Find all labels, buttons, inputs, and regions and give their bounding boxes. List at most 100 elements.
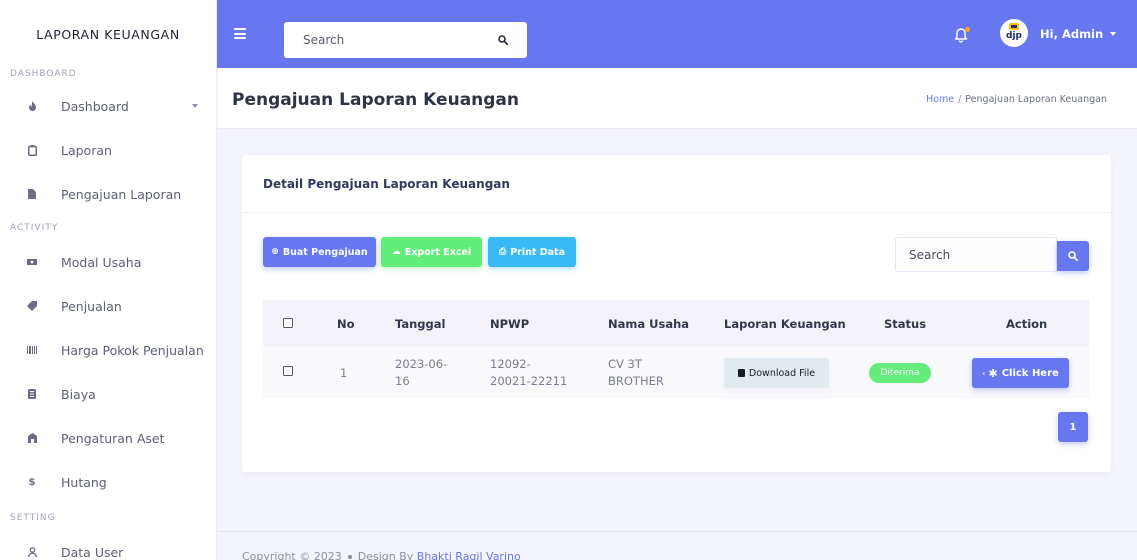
cell-tanggal-line-1: 2023-06- <box>395 357 448 371</box>
footer-text: Copyright © 2023 Design By Bhakti Ragil V… <box>242 550 521 560</box>
sidebar-item-label: Data User <box>61 544 124 560</box>
sidebar-item-label: Laporan <box>61 142 112 158</box>
sidebar-item-pengaturan-aset[interactable]: Pengaturan Aset <box>0 416 216 460</box>
footer-design-by: Design By <box>357 550 414 560</box>
dollar-icon: $ <box>28 476 36 488</box>
sidebar: LAPORAN KEUANGAN DASHBOARD Dashboard Lap… <box>0 0 217 560</box>
user-menu-label: Hi, Admin <box>1040 27 1104 41</box>
action-label: Click Here <box>1001 367 1059 379</box>
column-header-npwp: NPWP <box>490 317 530 331</box>
breadcrumb-home-link[interactable]: Home <box>926 94 954 105</box>
avatar[interactable]: djp <box>1000 19 1028 47</box>
page-title: Pengajuan Laporan Keuangan <box>232 90 520 110</box>
search-icon[interactable] <box>498 34 509 48</box>
cell-tanggal-line-2: 16 <box>395 374 410 388</box>
sidebar-item-dashboard[interactable]: Dashboard <box>0 84 216 128</box>
table-search-box <box>895 237 1057 272</box>
breadcrumb: Home / Pengajuan Laporan Keuangan <box>926 94 1107 105</box>
sidebar-item-modal-usaha[interactable]: Modal Usaha <box>0 240 216 284</box>
create-submission-label: Buat Pengajuan <box>282 246 368 258</box>
sidebar-item-data-user[interactable]: Data User <box>0 530 216 560</box>
action-click-here-button[interactable]: ‹ ✱ Click Here <box>972 358 1069 388</box>
chevron-down-icon <box>192 104 198 108</box>
footer-copyright: Copyright © 2023 <box>242 550 342 560</box>
cell-no: 1 <box>340 366 348 380</box>
sidebar-item-biaya[interactable]: Biaya <box>0 372 216 416</box>
plus-circle-icon: ⊕ <box>271 247 279 257</box>
row-checkbox[interactable] <box>283 366 293 376</box>
topbar: djp Hi, Admin <box>217 0 1137 68</box>
cell-npwp: 12092- 20021-22211 <box>490 356 567 390</box>
table-search-button[interactable] <box>1057 241 1089 271</box>
table-header: No Tanggal NPWP Nama Usaha Laporan Keuan… <box>263 300 1089 347</box>
top-search-input[interactable] <box>303 33 483 47</box>
print-icon: ⎙ <box>499 247 507 257</box>
footer: Copyright © 2023 Design By Bhakti Ragil V… <box>218 531 1137 560</box>
card-title: Detail Pengajuan Laporan Keuangan <box>242 155 1111 213</box>
select-all-checkbox[interactable] <box>283 318 293 328</box>
pagination-page-1[interactable]: 1 <box>1058 412 1088 442</box>
section-label-activity: ACTIVITY <box>10 223 59 233</box>
sidebar-item-harga-pokok-penjualan[interactable]: Harga Pokok Penjualan <box>0 328 216 372</box>
top-search-box <box>284 22 527 58</box>
user-menu[interactable]: Hi, Admin <box>1040 27 1117 41</box>
footer-bullet <box>347 555 352 559</box>
sidebar-item-pengajuan-laporan[interactable]: Pengajuan Laporan <box>0 172 216 216</box>
tag-icon <box>27 301 37 311</box>
search-icon <box>1068 251 1078 261</box>
sidebar-item-label: Pengajuan Laporan <box>61 186 182 202</box>
table-search-input[interactable] <box>909 247 1039 262</box>
sidebar-item-label: Hutang <box>61 474 107 490</box>
sidebar-item-hutang[interactable]: $ Hutang <box>0 460 216 504</box>
sidebar-item-label: Modal Usaha <box>61 254 142 270</box>
fire-icon <box>27 101 37 111</box>
sidebar-item-label: Pengaturan Aset <box>61 430 165 446</box>
sidebar-item-label: Harga Pokok Penjualan <box>61 342 204 358</box>
barcode-icon <box>27 345 37 355</box>
column-header-laporan-keuangan: Laporan Keuangan <box>724 317 846 331</box>
sidebar-item-laporan[interactable]: Laporan <box>0 128 216 172</box>
notification-dot <box>965 27 970 32</box>
brand-title[interactable]: LAPORAN KEUANGAN <box>0 0 216 68</box>
table-row: 1 2023-06- 16 12092- 20021-22211 CV 3T B… <box>263 347 1089 399</box>
export-excel-button[interactable]: ☁ Export Excel <box>381 237 482 267</box>
receipt-icon <box>27 389 37 399</box>
print-data-label: Print Data <box>510 246 565 258</box>
sidebar-item-label: Dashboard <box>61 98 129 114</box>
clipboard-icon <box>27 144 37 156</box>
breadcrumb-separator: / <box>958 94 962 105</box>
download-file-button[interactable]: Download File <box>724 358 829 388</box>
avatar-text: djp <box>1006 31 1022 41</box>
sidebar-item-penjualan[interactable]: Penjualan <box>0 284 216 328</box>
column-header-tanggal: Tanggal <box>395 317 446 331</box>
detail-card: Detail Pengajuan Laporan Keuangan ⊕ Buat … <box>242 155 1111 472</box>
chevron-left-icon: ‹ <box>982 368 986 378</box>
user-icon <box>27 547 37 557</box>
building-icon <box>27 433 37 443</box>
money-icon <box>27 257 37 267</box>
print-data-button[interactable]: ⎙ Print Data <box>488 237 576 267</box>
create-submission-button[interactable]: ⊕ Buat Pengajuan <box>263 237 376 267</box>
export-excel-label: Export Excel <box>404 246 472 258</box>
cloud-download-icon: ☁ <box>391 247 401 257</box>
cell-nama-line-2: BROTHER <box>608 374 664 388</box>
hamburger-menu-icon[interactable] <box>234 28 246 39</box>
status-badge: Diterima <box>869 363 931 383</box>
column-header-status: Status <box>884 317 927 331</box>
chevron-down-icon <box>1110 32 1117 36</box>
column-header-action: Action <box>1006 317 1048 331</box>
cell-npwp-line-2: 20021-22211 <box>490 374 568 388</box>
column-header-no: No <box>337 317 355 331</box>
file-icon <box>737 369 745 377</box>
gear-icon: ✱ <box>988 366 998 380</box>
column-header-nama-usaha: Nama Usaha <box>608 317 690 331</box>
sidebar-item-label: Penjualan <box>61 298 122 314</box>
cell-nama-usaha: CV 3T BROTHER <box>608 356 664 390</box>
sidebar-item-label: Biaya <box>61 386 96 402</box>
section-label-dashboard: DASHBOARD <box>10 69 77 79</box>
footer-author-link[interactable]: Bhakti Ragil Varino <box>417 550 521 560</box>
cell-tanggal: 2023-06- 16 <box>395 356 447 390</box>
download-file-label: Download File <box>748 367 816 379</box>
breadcrumb-current: Pengajuan Laporan Keuangan <box>965 94 1107 105</box>
page-header: Pengajuan Laporan Keuangan Home / Pengajua… <box>218 68 1137 129</box>
